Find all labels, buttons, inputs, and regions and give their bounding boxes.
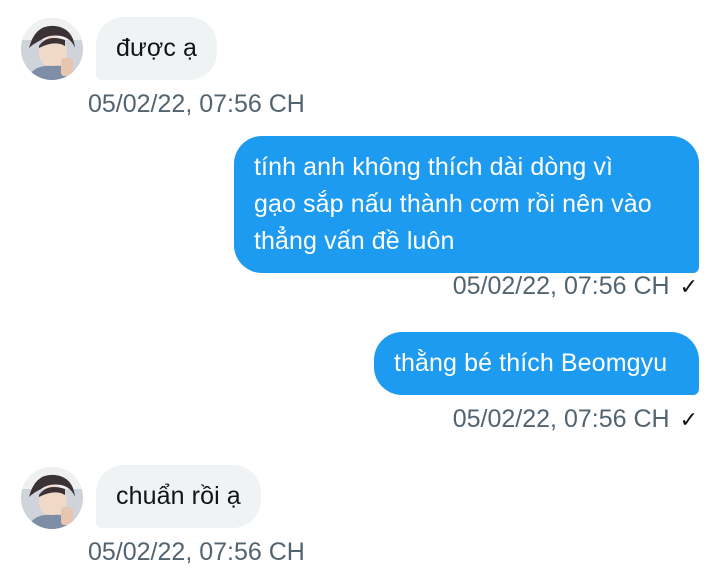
message-text-line: tính anh không thích dài dòng vì	[254, 153, 614, 181]
message-text-line: gạo sắp nấu thành cơm rồi nên vào	[254, 190, 652, 218]
incoming-message-bubble[interactable]: được ạ	[96, 17, 217, 80]
check-icon: ✓	[679, 407, 698, 432]
message-meta: 05/02/22, 07:56 CH ✓	[453, 271, 698, 302]
check-icon: ✓	[679, 274, 698, 299]
message-timestamp: 05/02/22, 07:56 CH	[88, 90, 305, 118]
avatar-photo	[21, 18, 83, 80]
message-text: thằng bé thích Beomgyu	[394, 349, 668, 377]
avatar-photo	[21, 467, 83, 529]
message-text: được ạ	[116, 34, 197, 62]
message-text: chuẩn rồi ạ	[116, 482, 241, 510]
outgoing-message-bubble[interactable]: tính anh không thích dài dòng vì gạo sắp…	[234, 136, 699, 273]
incoming-message-bubble[interactable]: chuẩn rồi ạ	[96, 465, 261, 528]
outgoing-message-bubble[interactable]: thằng bé thích Beomgyu	[374, 332, 699, 395]
sender-avatar[interactable]	[21, 18, 83, 80]
message-meta: 05/02/22, 07:56 CH ✓	[453, 404, 698, 435]
message-timestamp: 05/02/22, 07:56 CH	[88, 538, 305, 566]
message-timestamp: 05/02/22, 07:56 CH	[452, 272, 670, 300]
sender-avatar[interactable]	[21, 467, 83, 529]
message-timestamp: 05/02/22, 07:56 CH	[452, 405, 670, 433]
message-text-line: thẳng vấn đề luôn	[254, 227, 455, 255]
